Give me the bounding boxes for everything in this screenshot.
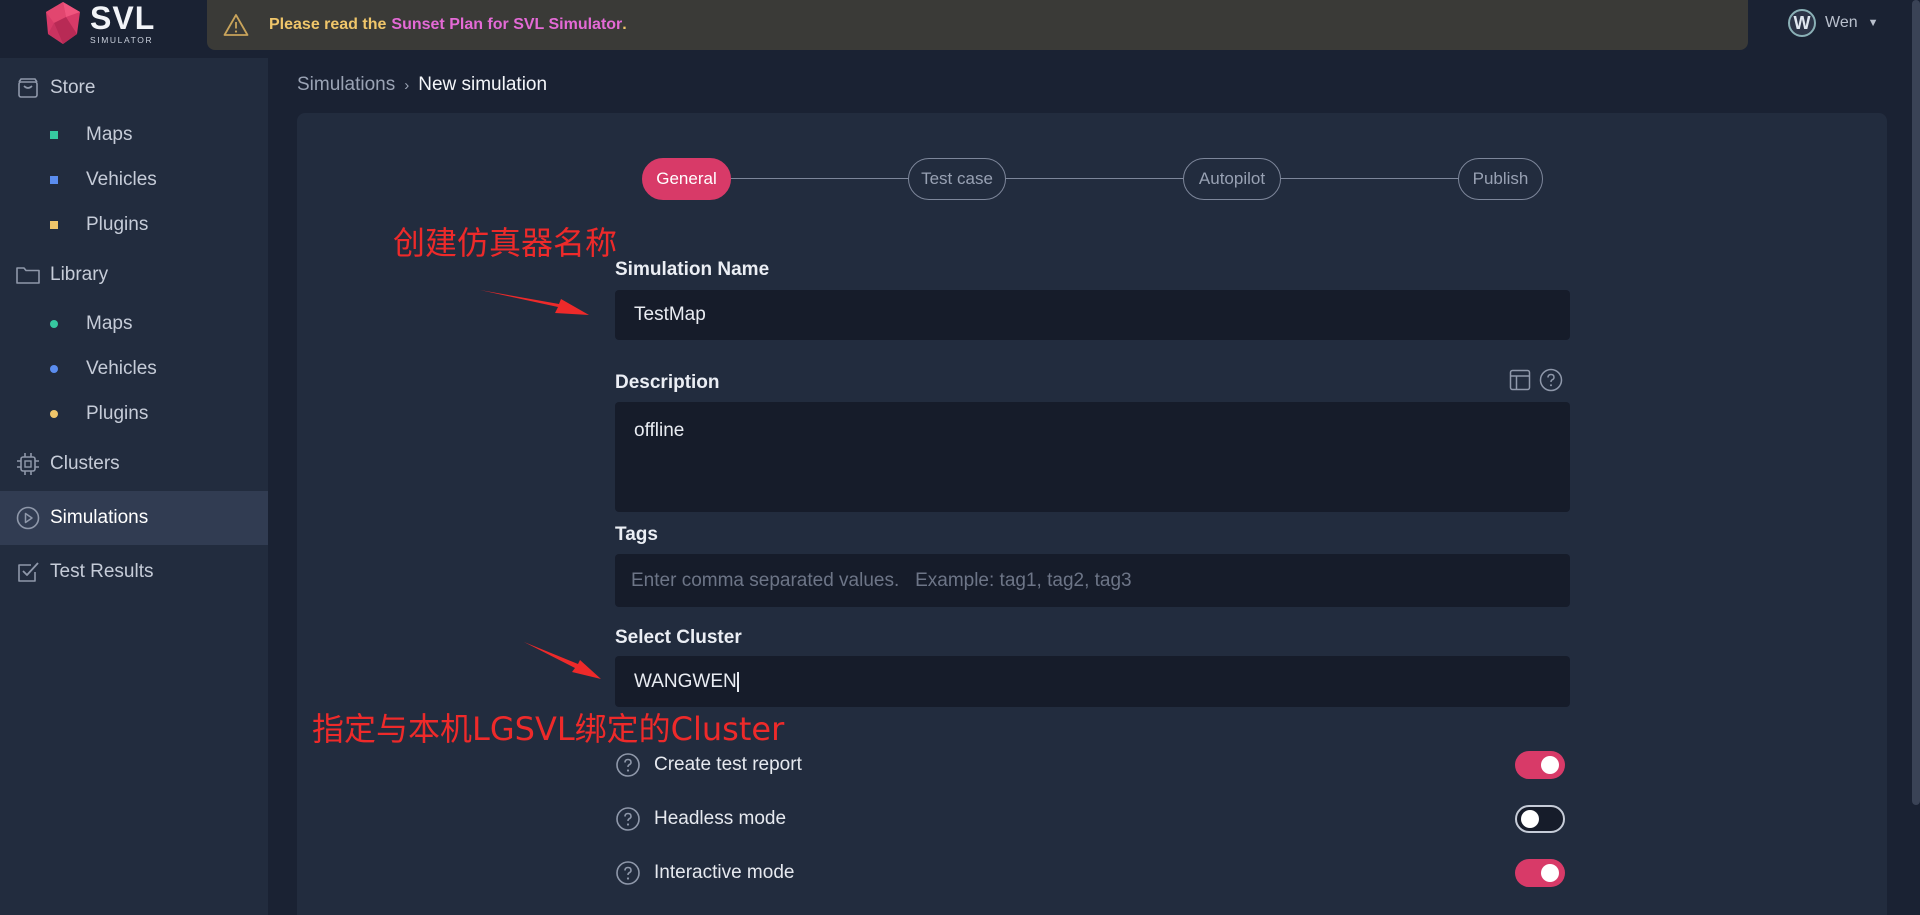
sidebar-item-store-maps[interactable]: Maps (0, 115, 268, 155)
bullet-icon (50, 365, 58, 373)
banner-suffix: . (622, 16, 627, 33)
help-icon[interactable] (615, 806, 641, 832)
stepper-connector (1280, 178, 1460, 179)
sidebar-item-store-plugins[interactable]: Plugins (0, 205, 268, 245)
annotation-arrow-icon (480, 290, 589, 315)
caret-down-icon: ▼ (1867, 17, 1879, 29)
avatar: W (1788, 9, 1816, 37)
interactive-mode-toggle[interactable] (1515, 859, 1565, 887)
sidebar-item-label: Store (50, 77, 96, 98)
chip-icon (17, 453, 39, 475)
bullet-icon (50, 320, 58, 328)
svl-gem-icon (46, 2, 80, 44)
simulation-name-input[interactable] (615, 290, 1570, 340)
bullet-icon (50, 410, 58, 418)
shopping-bag-icon (18, 78, 38, 98)
step-test-case[interactable]: Test case (908, 158, 1006, 200)
folder-icon (16, 267, 40, 284)
breadcrumb: Simulations › New simulation (297, 74, 547, 96)
sidebar-item-label: Maps (86, 124, 133, 145)
user-name: Wen (1825, 14, 1858, 31)
sidebar-item-library-plugins[interactable]: Plugins (0, 394, 268, 434)
breadcrumb-separator: › (404, 76, 410, 94)
sidebar-item-library[interactable]: Library (0, 248, 268, 302)
toggle-knob (1521, 810, 1539, 828)
top-bar: SVL SIMULATOR Please read the Sunset Pla… (0, 0, 1920, 58)
sidebar-item-simulations[interactable]: Simulations (0, 491, 268, 545)
step-general[interactable]: General (642, 158, 731, 200)
sidebar-item-label: Library (50, 264, 109, 285)
page-title: New simulation (418, 74, 548, 95)
sidebar-item-label: Maps (86, 313, 133, 334)
help-icon[interactable] (615, 860, 641, 886)
annotation-cluster-note: 指定与本机LGSVL绑定的Cluster (312, 710, 785, 748)
select-cluster-label: Select Cluster (615, 627, 742, 648)
headless-mode-toggle[interactable] (1515, 805, 1565, 833)
banner-prefix: Please read the (269, 16, 387, 33)
annotation-name-note: 创建仿真器名称 (393, 224, 618, 262)
toggle-knob (1541, 756, 1559, 774)
sidebar-item-label: Simulations (50, 507, 149, 528)
svl-logo[interactable]: SVL SIMULATOR (44, 0, 155, 46)
simulation-name-label: Simulation Name (615, 259, 770, 280)
sidebar-item-library-vehicles[interactable]: Vehicles (0, 349, 268, 389)
toggle-knob (1541, 864, 1559, 882)
step-autopilot[interactable]: Autopilot (1183, 158, 1281, 200)
bullet-icon (50, 131, 58, 139)
warning-icon (223, 14, 249, 36)
scrollbar[interactable] (1912, 0, 1920, 805)
sunset-plan-link[interactable]: Sunset Plan for SVL Simulator (391, 16, 622, 34)
play-circle-icon (16, 506, 40, 530)
sidebar-item-library-maps[interactable]: Maps (0, 304, 268, 344)
stepper-connector (730, 178, 910, 179)
sidebar-item-label: Clusters (50, 453, 120, 474)
sidebar-item-store-vehicles[interactable]: Vehicles (0, 160, 268, 200)
description-label: Description (615, 372, 720, 393)
interactive-mode-label: Interactive mode (654, 862, 795, 883)
sidebar-item-label: Plugins (86, 214, 149, 235)
headless-mode-label: Headless mode (654, 808, 787, 829)
bullet-icon (50, 176, 58, 184)
sidebar-item-store[interactable]: Store (0, 61, 268, 115)
cluster-select-value: WANGWEN (634, 670, 737, 692)
help-icon[interactable] (1539, 368, 1563, 392)
step-publish[interactable]: Publish (1458, 158, 1543, 200)
sidebar-item-test-results[interactable]: Test Results (0, 545, 268, 599)
cluster-select[interactable]: WANGWEN (615, 656, 1570, 707)
create-test-report-toggle[interactable] (1515, 751, 1565, 779)
user-menu[interactable]: W Wen ▼ (1788, 9, 1879, 37)
sidebar-item-label: Test Results (50, 561, 154, 582)
annotation-arrow-icon (524, 642, 601, 679)
tags-input[interactable] (615, 554, 1570, 607)
create-test-report-row: Create test report (615, 750, 1565, 780)
logo-title: SVL (90, 0, 156, 36)
description-textarea[interactable]: offline (615, 402, 1570, 512)
sidebar-item-label: Vehicles (86, 169, 157, 190)
sidebar-item-label: Plugins (86, 403, 149, 424)
create-test-report-label: Create test report (654, 754, 802, 775)
sidebar-item-label: Vehicles (86, 358, 157, 379)
sidebar-item-clusters[interactable]: Clusters (0, 437, 268, 491)
text-cursor (736, 671, 739, 692)
description-tools (1508, 368, 1563, 392)
headless-mode-row: Headless mode (615, 804, 1565, 834)
layout-template-icon[interactable] (1508, 368, 1532, 392)
help-icon[interactable] (615, 752, 641, 778)
sunset-banner: Please read the Sunset Plan for SVL Simu… (207, 0, 1748, 50)
sidebar: Store Maps Vehicles Plugins Library Maps… (0, 58, 268, 915)
stepper-connector (1004, 178, 1184, 179)
bullet-icon (50, 221, 58, 229)
logo-subtitle: SIMULATOR (90, 34, 154, 45)
checkbox-icon (18, 562, 39, 582)
interactive-mode-row: Interactive mode (615, 858, 1565, 888)
breadcrumb-simulations-link[interactable]: Simulations (297, 74, 395, 96)
tags-label: Tags (615, 524, 658, 545)
